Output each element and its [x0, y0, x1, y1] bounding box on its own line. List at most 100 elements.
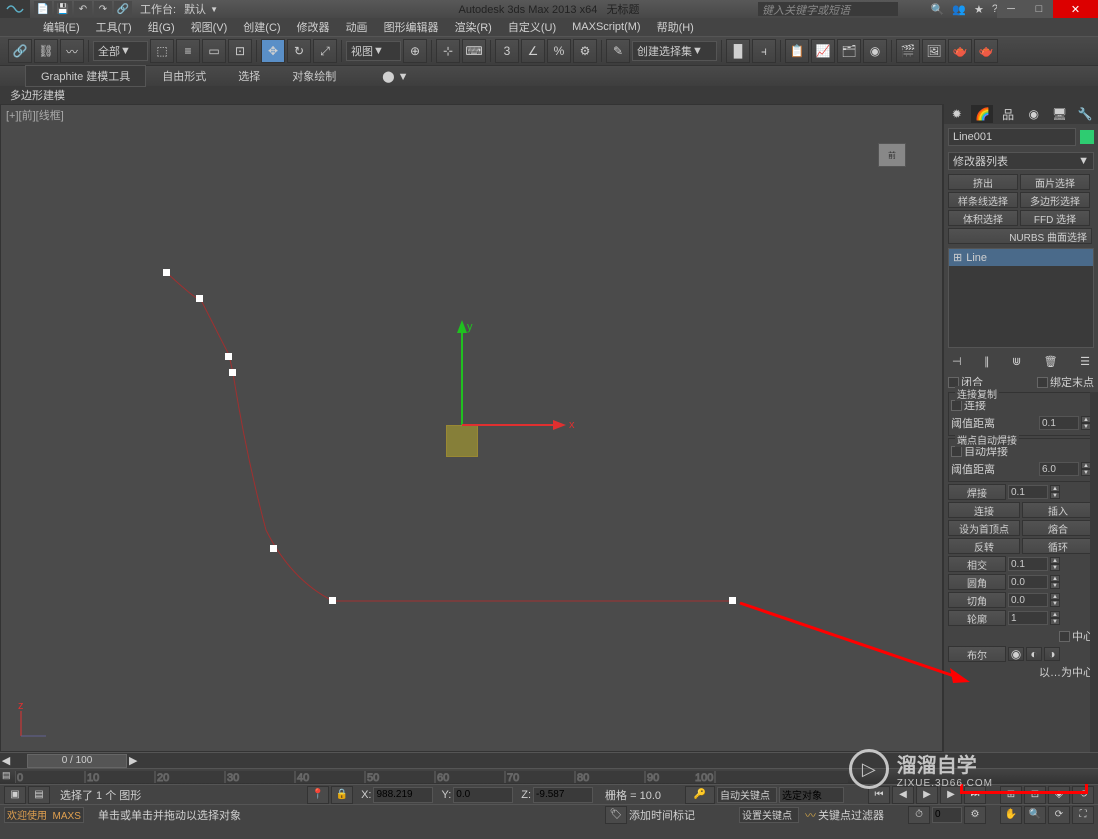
keyboard-icon[interactable]: ⌨ [462, 39, 486, 63]
isolation-icon[interactable]: 🔒 [331, 786, 353, 804]
ribbon-tab-graphite[interactable]: Graphite 建模工具 [25, 65, 146, 87]
move-icon[interactable]: ✥ [261, 39, 285, 63]
fuse-button[interactable]: 熔合 [1022, 520, 1094, 536]
connect-checkbox[interactable] [951, 400, 962, 411]
viewnav-6-icon[interactable]: 🔍 [1024, 806, 1046, 824]
menu-tools[interactable]: 工具(T) [88, 19, 140, 35]
keyfilter-icon[interactable]: 〰 [805, 807, 816, 823]
menu-edit[interactable]: 编辑(E) [35, 19, 88, 35]
close-button[interactable]: ✕ [1053, 0, 1098, 18]
percent-snap-icon[interactable]: % [547, 39, 571, 63]
trackbar-toggle-icon[interactable]: ▤ [2, 770, 11, 781]
chamfer-button[interactable]: 切角 [948, 592, 1006, 608]
link-icon[interactable]: 🔗 [8, 39, 32, 63]
mod-btn-volsel[interactable]: 体积选择 [948, 210, 1018, 226]
object-name-input[interactable]: Line001 [948, 128, 1076, 146]
rectangle-select-icon[interactable]: ▭ [202, 39, 226, 63]
menu-views[interactable]: 视图(V) [183, 19, 236, 35]
unlink-icon[interactable]: ⛓ [34, 39, 58, 63]
viewnav-1-icon[interactable]: ⊞ [1000, 786, 1022, 804]
menu-rendering[interactable]: 渲染(R) [447, 19, 500, 35]
viewport[interactable]: [+][前][线框] 前 y x [0, 104, 943, 752]
bool-int-icon[interactable]: ◑ [1044, 647, 1060, 661]
menu-animation[interactable]: 动画 [338, 19, 376, 35]
threshold-input[interactable] [1039, 416, 1079, 430]
redo-icon[interactable]: ↷ [94, 1, 112, 17]
angle-snap-icon[interactable]: ∠ [521, 39, 545, 63]
scale-icon[interactable]: ⤢ [313, 39, 337, 63]
make-unique-icon[interactable]: ⋓ [1012, 355, 1021, 368]
pin-stack-icon[interactable]: ⊣ [952, 355, 962, 368]
render-icon[interactable]: 🫖 [948, 39, 972, 63]
menu-create[interactable]: 创建(C) [235, 19, 288, 35]
viewport-label[interactable]: [+][前][线框] [6, 107, 64, 123]
key-mode-icon[interactable]: ⚙ [964, 806, 986, 824]
show-end-icon[interactable]: ∥ [984, 355, 990, 368]
keymode-icon[interactable]: 🔑 [685, 786, 715, 804]
workspace-value[interactable]: 默认 [180, 1, 210, 17]
modifier-stack-item[interactable]: ⊞ Line [949, 249, 1093, 266]
named-selection-dropdown[interactable]: 创建选择集 ▼ [632, 41, 717, 61]
spline-vertex[interactable] [270, 545, 277, 552]
bind-icon[interactable]: 〰 [60, 39, 84, 63]
mod-btn-ffdsel[interactable]: FFD 选择 [1020, 210, 1090, 226]
display-tab-icon[interactable]: 🖥 [1048, 105, 1070, 123]
mod-btn-splinesel[interactable]: 样条线选择 [948, 192, 1018, 208]
maxscript-mini-icon[interactable]: ▣ [4, 786, 26, 804]
rotate-icon[interactable]: ↻ [287, 39, 311, 63]
lock-selection-icon[interactable]: 📍 [307, 786, 329, 804]
spline-vertex[interactable] [196, 295, 203, 302]
viewnav-3-icon[interactable]: ◈ [1048, 786, 1070, 804]
renderframe-icon[interactable]: 🖼 [922, 39, 946, 63]
undo-icon[interactable]: ↶ [74, 1, 92, 17]
snap-toggle-icon[interactable]: 3 [495, 39, 519, 63]
bool-button[interactable]: 布尔 [948, 646, 1006, 662]
spinner-snap-icon[interactable]: ⚙ [573, 39, 597, 63]
search-icon[interactable]: 🔍 [931, 3, 945, 16]
makefirst-button[interactable]: 设为首顶点 [948, 520, 1020, 536]
configure-icon[interactable]: ☰ [1080, 355, 1090, 368]
viewnav-2-icon[interactable]: ⊡ [1024, 786, 1046, 804]
weld-input[interactable] [1008, 485, 1048, 499]
help-search-input[interactable]: 键入关键字或短语 [758, 2, 898, 16]
panel-scrollbar[interactable] [1090, 392, 1098, 752]
remove-mod-icon[interactable]: 🗑 [1044, 355, 1058, 368]
modify-tab-icon[interactable]: 🌈 [971, 105, 993, 123]
cross-input[interactable] [1008, 557, 1048, 571]
create-tab-icon[interactable]: ✹ [946, 105, 968, 123]
autokey-button[interactable]: 自动关键点 [717, 787, 777, 803]
select-icon[interactable]: ⬚ [150, 39, 174, 63]
curve-editor-icon[interactable]: 📈 [811, 39, 835, 63]
editnamed-icon[interactable]: ✎ [606, 39, 630, 63]
x-input[interactable] [373, 787, 433, 803]
minimize-button[interactable]: ─ [997, 0, 1025, 18]
timeline-right-icon[interactable]: ▶ [129, 754, 137, 767]
spline-vertex[interactable] [229, 369, 236, 376]
setkey-button[interactable]: 设置关键点 [739, 807, 799, 823]
motion-tab-icon[interactable]: ◉ [1023, 105, 1045, 123]
mod-btn-patchsel[interactable]: 面片选择 [1020, 174, 1090, 190]
render-setup-icon[interactable]: 🎬 [896, 39, 920, 63]
spline-vertex[interactable] [729, 597, 736, 604]
viewnav-4-icon[interactable]: ⟲ [1072, 786, 1094, 804]
ribbon-tab-paint[interactable]: 对象绘制 [276, 65, 352, 87]
manipulate-icon[interactable]: ⊹ [436, 39, 460, 63]
center-checkbox[interactable] [1059, 631, 1070, 642]
bind-end-checkbox[interactable] [1037, 377, 1048, 388]
render-prod-icon[interactable]: 🫖 [974, 39, 998, 63]
save-icon[interactable]: 💾 [54, 1, 72, 17]
menu-customize[interactable]: 自定义(U) [500, 19, 564, 35]
weld-button[interactable]: 焊接 [948, 484, 1006, 500]
object-color-swatch[interactable] [1080, 130, 1094, 144]
viewnav-7-icon[interactable]: ⟳ [1048, 806, 1070, 824]
window-crossing-icon[interactable]: ⊡ [228, 39, 252, 63]
insert-button[interactable]: 插入 [1022, 502, 1094, 518]
modifier-list-dropdown[interactable]: 修改器列表▼ [948, 152, 1094, 170]
outline-button[interactable]: 轮廓 [948, 610, 1006, 626]
ribbon-tab-freeform[interactable]: 自由形式 [146, 65, 222, 87]
y-input[interactable] [453, 787, 513, 803]
menu-grapheditors[interactable]: 图形编辑器 [376, 19, 447, 35]
chamfer-input[interactable] [1008, 593, 1048, 607]
utilities-tab-icon[interactable]: 🔧 [1074, 105, 1096, 123]
spline-vertex[interactable] [329, 597, 336, 604]
